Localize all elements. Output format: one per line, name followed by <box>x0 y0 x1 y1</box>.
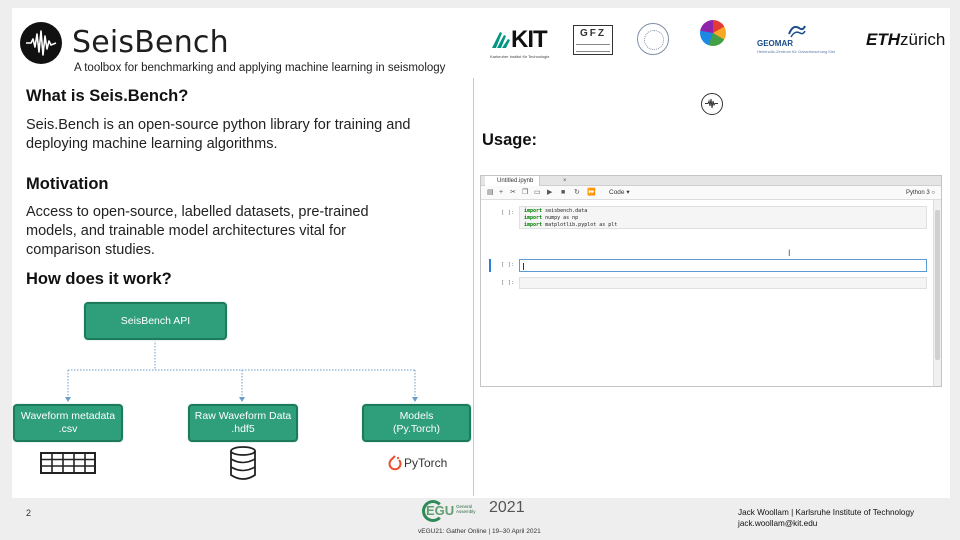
cell-prompt: [ ]: <box>501 262 515 268</box>
code-line: import numpy as np <box>524 215 579 221</box>
brand-title: SeisBench <box>72 25 229 60</box>
code-cell-active[interactable] <box>519 259 927 272</box>
scrollbar-thumb[interactable] <box>935 210 940 360</box>
notebook-tab[interactable]: Untitled.ipynb <box>485 176 541 186</box>
pytorch-wordmark: PyTorch <box>404 456 448 470</box>
author-email[interactable]: jack.woollam@kit.edu <box>738 518 914 529</box>
kernel-indicator[interactable]: Python 3 ○ <box>906 188 935 198</box>
node-seisbench-api-label: SeisBench API <box>120 314 191 327</box>
code-cell[interactable]: import seisbench.data import numpy as np… <box>519 206 927 229</box>
run-icon[interactable]: ▶ <box>547 188 552 198</box>
egu-year: 2021 <box>489 499 525 516</box>
cut-icon[interactable]: ✂ <box>510 188 516 198</box>
heading-usage: Usage: <box>482 131 538 149</box>
geomar-wordmark: GEOMAR <box>757 39 793 48</box>
partner-logos: KIT Karlsruher Institut für Technologie … <box>485 18 950 63</box>
what-is-text: Seis.Bench is an open-source python libr… <box>26 117 411 152</box>
node-raw-waveform-data: Raw Waveform Data .hdf5 <box>188 404 298 442</box>
gfz-logo: GFZ <box>573 25 613 55</box>
notebook-toolbar: ▤ + ✂ ❐ ▭ ▶ ■ ↻ ⏩ Code ▾ Python 3 ○ <box>481 186 941 200</box>
egu-wordmark: EGU <box>426 503 455 518</box>
cell-type-value: Code <box>609 189 625 196</box>
seisbench-small-logo-icon <box>701 93 723 115</box>
jupyter-notebook-screenshot: Untitled.ipynb × ▤ + ✂ ❐ ▭ ▶ ■ ↻ ⏩ Code … <box>480 175 942 387</box>
code-cell[interactable] <box>519 277 927 289</box>
text-caret <box>523 263 524 270</box>
node-label-line1: Models <box>399 410 434 422</box>
motivation-text: Access to open-source, labelled datasets… <box>26 204 369 258</box>
egu-logo: EGU General Assembly 2021 vEGU21: Gather… <box>418 497 558 539</box>
table-icon <box>40 452 96 474</box>
gfz-wordmark: GFZ <box>580 28 606 39</box>
column-divider <box>473 78 474 496</box>
node-seisbench-api: SeisBench API <box>84 302 227 340</box>
heading-what-is: What is Seis.Bench? <box>26 87 189 105</box>
heading-motivation: Motivation <box>26 175 109 193</box>
fast-forward-icon[interactable]: ⏩ <box>587 188 596 198</box>
egu-subtitle: vEGU21: Gather Online | 19–30 April 2021 <box>418 528 541 535</box>
stop-icon[interactable]: ■ <box>561 188 565 198</box>
university-seal-logo <box>637 23 669 55</box>
close-tab-icon[interactable]: × <box>563 176 567 186</box>
pytorch-logo-icon <box>388 455 402 471</box>
gfz-subtitle-lines <box>576 44 610 52</box>
geomar-wave-icon <box>788 25 806 38</box>
node-label-line1: Waveform metadata <box>20 410 116 422</box>
active-cell-indicator <box>489 259 491 272</box>
code-line: import matplotlib.pyplot as plt <box>524 222 618 228</box>
add-icon[interactable]: + <box>499 188 503 198</box>
globe-logo-caption <box>692 48 736 56</box>
geomar-subtitle: Helmholtz-Zentrum für Ozeanforschung Kie… <box>757 49 836 54</box>
cell-type-dropdown[interactable]: Code ▾ <box>609 188 630 198</box>
notebook-tab-bar: Untitled.ipynb × <box>481 176 941 186</box>
eth-logo: ETHzürich <box>866 30 945 50</box>
kernel-name-label: Python 3 <box>906 190 930 196</box>
kit-subtitle: Karlsruher Institut für Technologie <box>490 54 550 59</box>
author-credit: Jack Woollam | Karlsruhe Institute of Te… <box>738 507 914 529</box>
cell-prompt: [ ]: <box>501 280 515 286</box>
paste-icon[interactable]: ▭ <box>534 188 541 198</box>
node-label-line2: .hdf5 <box>231 423 255 435</box>
code-line: import seisbench.data <box>524 208 588 214</box>
author-credit-line1: Jack Woollam | Karlsruhe Institute of Te… <box>738 508 915 517</box>
page-number: 2 <box>26 508 32 518</box>
eth-wordmark-rest: zürich <box>900 30 946 49</box>
eth-wordmark-bold: ETH <box>866 30 900 49</box>
kit-wordmark: KIT <box>511 26 548 53</box>
restart-icon[interactable]: ↻ <box>574 188 580 198</box>
node-label-line1: Raw Waveform Data <box>194 410 292 422</box>
database-icon <box>230 446 256 480</box>
save-icon[interactable]: ▤ <box>487 188 494 198</box>
tagline: A toolbox for benchmarking and applying … <box>74 62 446 74</box>
node-waveform-metadata: Waveform metadata .csv <box>13 404 123 442</box>
egu-assembly-text: General Assembly <box>456 504 476 514</box>
heading-how-it-works: How does it work? <box>26 270 172 288</box>
node-models: Models (Py.Torch) <box>362 404 471 442</box>
notebook-scrollbar[interactable] <box>933 200 941 386</box>
notebook-body: [ ]: import seisbench.data import numpy … <box>481 200 933 386</box>
copy-icon[interactable]: ❐ <box>522 188 528 198</box>
seisbench-logo-icon <box>20 22 62 64</box>
globe-logo <box>700 20 726 46</box>
node-label-line2: (Py.Torch) <box>392 423 441 435</box>
node-label-line2: .csv <box>58 423 78 435</box>
notebook-tab-label: Untitled.ipynb <box>497 178 534 184</box>
text-cursor-ibeam-icon: I <box>788 248 791 258</box>
cell-prompt: [ ]: <box>501 210 515 216</box>
slide: SeisBench A toolbox for benchmarking and… <box>0 0 960 540</box>
